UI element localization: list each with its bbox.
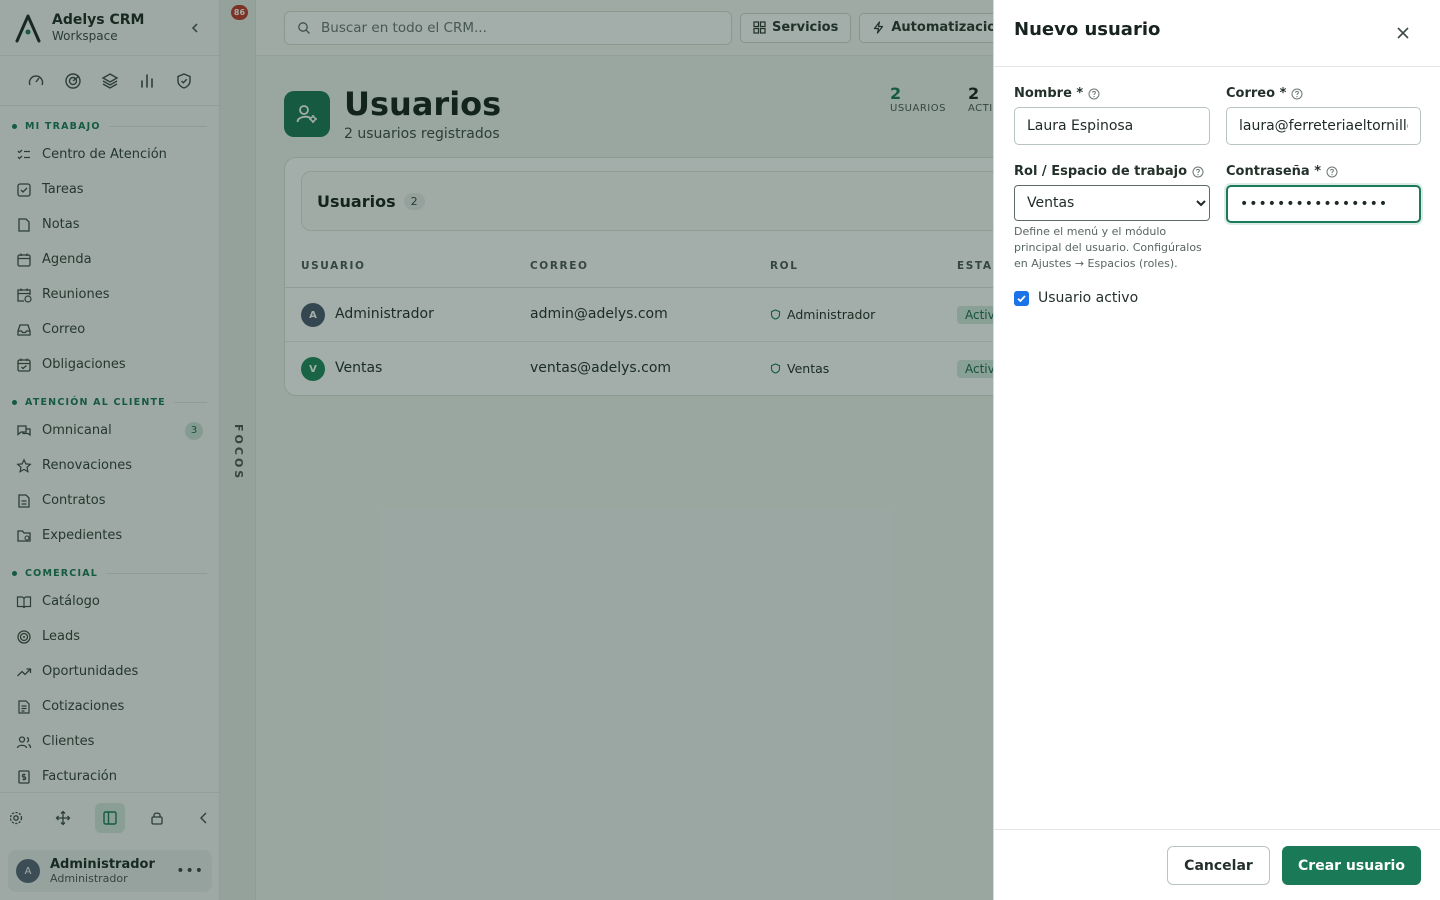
active-checkbox-label: Usuario activo [1038,290,1139,306]
create-user-button[interactable]: Crear usuario [1282,846,1421,885]
password-field-label: Contraseña * [1226,164,1338,179]
active-user-toggle[interactable]: Usuario activo [1014,290,1138,306]
active-checkbox[interactable] [1014,290,1029,306]
role-help-text: Define el menú y el módulo principal del… [1014,225,1202,270]
help-circle-icon[interactable] [1326,166,1338,178]
drawer-header: Nuevo usuario [994,0,1440,67]
email-field-label: Correo * [1226,86,1303,101]
email-label-text: Correo * [1226,86,1287,101]
modal-backdrop[interactable] [0,0,993,900]
role-label-text: Rol / Espacio de trabajo [1014,164,1188,179]
drawer-footer: Cancelar Crear usuario [994,829,1440,900]
new-user-drawer: Nuevo usuario Nombre * Correo * Rol / Es… [993,0,1440,900]
email-input[interactable] [1226,107,1421,145]
role-field-label: Rol / Espacio de trabajo [1014,164,1204,179]
name-input[interactable] [1014,107,1210,145]
help-circle-icon[interactable] [1088,88,1100,100]
cancel-button[interactable]: Cancelar [1167,846,1270,885]
role-select[interactable]: Ventas [1014,185,1210,221]
password-label-text: Contraseña * [1226,164,1322,179]
password-input[interactable] [1226,185,1421,223]
drawer-title: Nuevo usuario [1014,19,1161,40]
help-circle-icon[interactable] [1192,166,1204,178]
name-field-label: Nombre * [1014,86,1100,101]
help-circle-icon[interactable] [1291,88,1303,100]
close-icon[interactable] [1392,22,1414,44]
name-label-text: Nombre * [1014,86,1084,101]
checkmark-icon [1017,294,1026,302]
